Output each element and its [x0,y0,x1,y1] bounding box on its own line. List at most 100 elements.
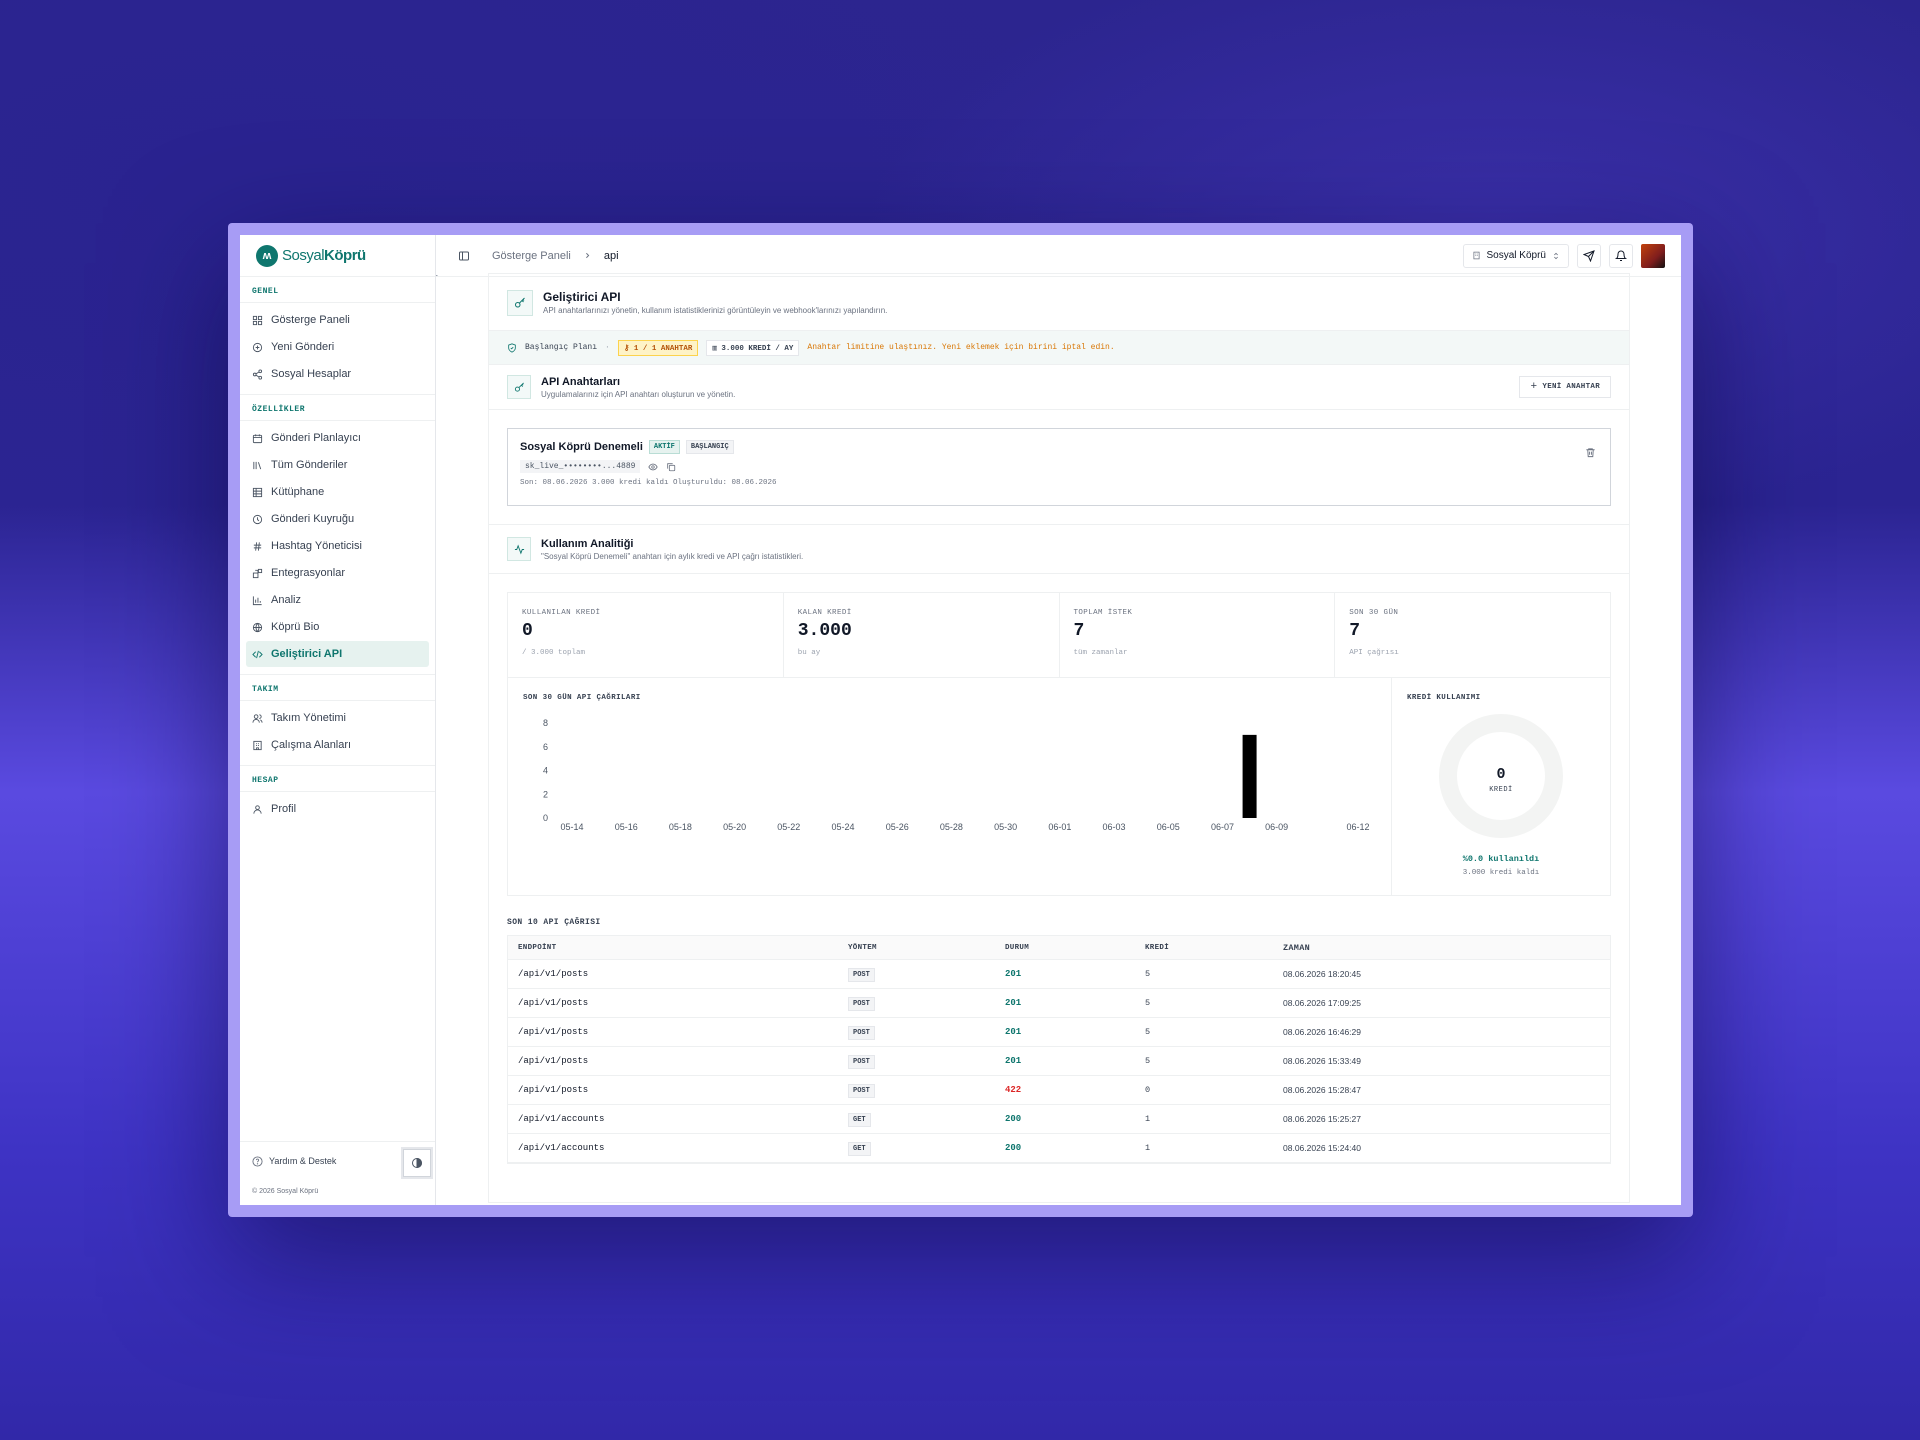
key-icon [507,290,533,316]
sidebar-item[interactable]: Gönderi Kuyruğu [246,506,429,532]
app-window: ʍ Sosyal Köprü GENEL Gösterge Paneli Yeni G… [240,235,1681,1205]
credit-cell: 0 [1145,1085,1151,1095]
column-header[interactable]: YÖNTEM [848,944,1005,952]
workspace-selector[interactable]: Sosyal Köprü [1462,243,1569,268]
notifications-button[interactable] [1609,243,1633,268]
sidebar-item-label: Gösterge Paneli [271,314,350,326]
sidebar-item[interactable]: Kütüphane [246,479,429,505]
logo[interactable]: ʍ Sosyal Köprü [240,235,435,277]
key-name: Sosyal Köprü Denemeli [520,441,643,453]
sidebar-item[interactable]: Hashtag Yöneticisi [246,533,429,559]
analytics-section-header: Kullanım Analitiği "Sosyal Köprü Denemel… [489,524,1629,574]
trash-icon[interactable] [1585,447,1596,458]
remaining-credit-text: 3.000 kredi kaldı [1463,869,1540,877]
sidebar-item[interactable]: Geliştirici API [246,641,429,667]
credit-badge: ▥ 3.000 KREDİ / AY [706,339,800,356]
time-cell: 08.06.2026 16:46:29 [1283,1027,1361,1037]
x-tick-label: 05-18 [669,822,692,832]
sidebar: ʍ Sosyal Köprü GENEL Gösterge Paneli Yeni G… [240,235,436,1205]
new-key-button[interactable]: + YENİ ANAHTAR [1519,376,1611,398]
send-button[interactable] [1577,243,1601,268]
sidebar-item[interactable]: Köprü Bio [246,614,429,640]
grid-icon [252,487,263,497]
copy-icon[interactable] [666,462,676,472]
x-tick-label: 05-24 [832,822,855,832]
x-tick-label: 05-14 [560,822,583,832]
api-calls-chart: SON 30 GÜN API ÇAĞRILARI 0 2 4 6 8 05-14 05-16… [508,678,1392,895]
avatar[interactable] [1641,243,1665,268]
sidebar-item-label: Gönderi Kuyruğu [271,513,355,525]
sidebar-item[interactable]: Yeni Gönderi [246,334,429,360]
status-cell: 201 [1005,998,1022,1008]
y-tick-label: 0 [543,813,548,823]
key-status-badge: AKTİF [648,440,680,454]
time-cell: 08.06.2026 15:33:49 [1283,1056,1361,1066]
keys-section-header: API Anahtarları Uygulamalarınız için API… [489,365,1629,410]
sidebar-item[interactable]: Sosyal Hesaplar [246,361,429,387]
sidebar-item-label: Takım Yönetimi [271,712,346,724]
sidebar-toggle-icon[interactable] [458,250,470,262]
method-cell: POST [848,968,1005,982]
help-icon [252,1155,263,1167]
time-cell: 08.06.2026 15:24:40 [1283,1143,1361,1153]
method-badge: GET [848,1113,871,1127]
stat-label: SON 30 GÜN [1349,609,1399,617]
logo-text-part1: Sosyal [282,247,325,264]
sidebar-item[interactable]: Analiz [246,587,429,613]
page-header: Geliştirici API API anahtarlarınızı yöne… [489,274,1629,331]
eye-icon[interactable] [648,462,659,472]
sidebar-item[interactable]: Tüm Gönderiler [246,452,429,478]
y-tick-label: 6 [543,742,548,752]
table-row[interactable]: /api/v1/posts POST 201 5 08.06.2026 17:09:25 [508,989,1610,1018]
resize-handle-icon[interactable]: + [436,267,438,283]
help-link[interactable]: Yardım & Destek [240,1142,435,1180]
method-badge: GET [848,1142,871,1156]
column-header[interactable]: ZAMAN [1283,943,1610,953]
plan-separator: · [605,343,610,352]
users-icon [252,713,263,723]
credit-badge-text: 3.000 KREDİ / AY [721,344,794,353]
stat-value: 7 [1349,621,1361,641]
table-row[interactable]: /api/v1/posts POST 201 5 08.06.2026 15:33:49 [508,1047,1610,1076]
copyright: © 2026 Sosyal Köprü [252,1188,319,1195]
x-tick-label: 05-16 [615,822,638,832]
sidebar-item[interactable]: Çalışma Alanları [246,732,429,758]
credit-usage-chart: KREDİ KULLANIMI 0 KREDİ %0.0 kullanıldı 3.0… [1392,678,1610,895]
sidebar-item[interactable]: Entegrasyonlar [246,560,429,586]
method-cell: POST [848,1055,1005,1069]
column-header[interactable]: KREDİ [1145,944,1283,952]
sidebar-section-title: GENEL [240,277,435,303]
page-title: Geliştirici API [543,290,621,304]
sidebar-section-title: HESAP [240,765,435,792]
globe-icon [252,622,263,632]
method-cell: POST [848,997,1005,1011]
method-cell: POST [848,1084,1005,1098]
sidebar-item[interactable]: Profil [246,796,429,822]
column-header[interactable]: ENDPOİNT [508,944,848,952]
workspace-name: Sosyal Köprü [1486,250,1546,261]
table-row[interactable]: /api/v1/posts POST 201 5 08.06.2026 16:46:29 [508,1018,1610,1047]
sidebar-item[interactable]: Gönderi Planlayıcı [246,425,429,451]
column-header[interactable]: DURUM [1005,944,1145,952]
table-row[interactable]: /api/v1/accounts GET 200 1 08.06.2026 15:25:… [508,1105,1610,1134]
sidebar-section: Gösterge Paneli Yeni Gönderi Sosyal Hesapl… [240,303,435,394]
key-small-icon: ⚷ [623,344,630,353]
sidebar-item[interactable]: Takım Yönetimi [246,705,429,731]
table-row[interactable]: /api/v1/posts POST 201 5 08.06.2026 18:20:45 [508,960,1610,989]
stat-value: 3.000 [797,621,852,641]
theme-toggle-button[interactable] [401,1147,433,1179]
main-area: + Gösterge Paneli api Sosyal Köprü [436,235,1681,1205]
table-row[interactable]: /api/v1/accounts GET 200 1 08.06.2026 15:24:… [508,1134,1610,1163]
breadcrumb-dashboard[interactable]: Gösterge Paneli [492,250,571,262]
sidebar-item-label: Tüm Gönderiler [271,459,348,471]
page-subtitle: API anahtarlarınızı yönetin, kullanım is… [543,306,888,315]
stat-sub: bu ay [797,649,821,657]
sidebar-item[interactable]: Gösterge Paneli [246,307,429,333]
table-row[interactable]: /api/v1/posts POST 422 0 08.06.2026 15:28:47 [508,1076,1610,1105]
plan-banner: Başlangıç Planı · ⚷ 1 / 1 ANAHTAR ▥ 3.00… [489,331,1629,365]
sidebar-section-title: ÖZELLİKLER [240,394,435,421]
time-cell: 08.06.2026 15:28:47 [1283,1085,1361,1095]
x-tick-label: 06-09 [1265,822,1288,832]
hash-icon [253,541,262,551]
stat-value: 0 [522,621,533,641]
